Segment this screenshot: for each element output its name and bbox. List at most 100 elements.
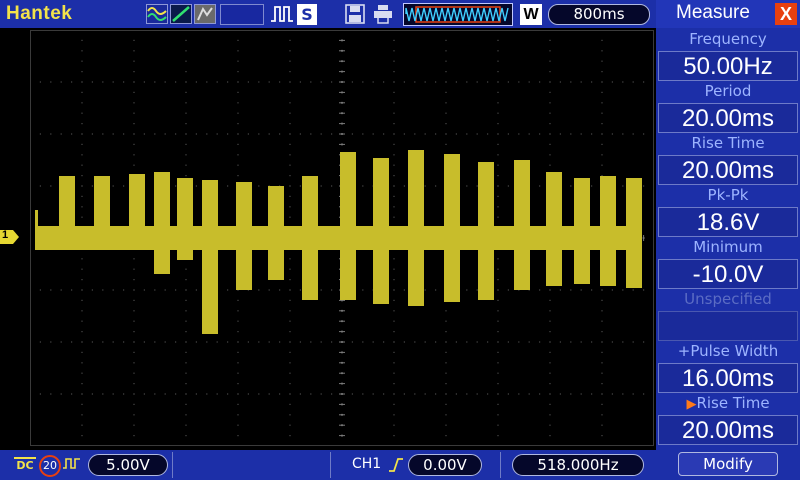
grid-dot [580, 81, 582, 83]
grid-dot [393, 414, 395, 416]
grid-dot [185, 320, 187, 322]
grid-dot [50, 289, 52, 291]
grid-dot [611, 81, 613, 83]
invert-icon[interactable] [62, 456, 82, 472]
grid-dot [195, 341, 197, 343]
grid-dot [102, 393, 104, 395]
grid-dot [611, 341, 613, 343]
trigger-level-display[interactable]: 0.00V [408, 454, 482, 476]
grid-dot [497, 60, 499, 62]
bottom-status-bar: DC 20 5.00V CH1 0.00V 518.000Hz [0, 450, 656, 480]
measure-value-rise-time-2[interactable]: 20.00ms [658, 415, 798, 445]
grid-dot [268, 133, 270, 135]
display-mode-icon[interactable] [194, 4, 216, 24]
grid-dot [299, 393, 301, 395]
trigger-source-label[interactable]: CH1 [352, 456, 381, 472]
s-icon[interactable]: S [297, 4, 317, 25]
grid-dot [81, 372, 83, 374]
grid-dot [445, 351, 447, 353]
grid-dot [476, 133, 478, 135]
grid-dot [393, 81, 395, 83]
grid-dot [289, 71, 291, 73]
grid-dot [497, 258, 499, 260]
grid-dot [237, 71, 239, 73]
measure-value-period[interactable]: 20.00ms [658, 103, 798, 133]
slope-icon[interactable] [170, 4, 192, 24]
bandwidth-limit-icon[interactable]: 20 [39, 455, 61, 477]
grid-dot [143, 341, 145, 343]
grid-dot [570, 81, 572, 83]
save-icon[interactable] [344, 4, 366, 24]
grid-dot [195, 185, 197, 187]
waveform-overview[interactable] [403, 3, 513, 26]
grid-dot [601, 331, 603, 333]
grid-dot [185, 102, 187, 104]
grid-dot [445, 123, 447, 125]
print-icon[interactable] [372, 4, 394, 24]
ch1-scale-display[interactable]: 5.00V [88, 454, 168, 476]
grid-dot [133, 50, 135, 52]
grid-dot [601, 112, 603, 114]
grid-dot [81, 60, 83, 62]
measure-value-pulse-width[interactable]: 16.00ms [658, 363, 798, 393]
trace-burst [94, 176, 110, 240]
waveform-svg [29, 29, 655, 447]
close-button[interactable]: X [775, 3, 797, 25]
grid-dot [372, 133, 374, 135]
grid-dot [133, 351, 135, 353]
trace-burst [408, 150, 424, 306]
grid-dot [175, 185, 177, 187]
grid-dot [50, 393, 52, 395]
grid-dot [289, 331, 291, 333]
grid-dot [39, 185, 41, 187]
grid-dot [393, 133, 395, 135]
grid-dot [185, 112, 187, 114]
frequency-counter-display[interactable]: 518.000Hz [512, 454, 644, 476]
measure-value-frequency[interactable]: 50.00Hz [658, 51, 798, 81]
grid-dot [643, 81, 645, 83]
measure-value-unspecified[interactable] [658, 311, 798, 341]
grid-dot [455, 133, 457, 135]
grid-dot [497, 206, 499, 208]
grid-dot [414, 133, 416, 135]
grid-dot [237, 112, 239, 114]
grid-dot [112, 289, 114, 291]
grid-dot [237, 81, 239, 83]
measure-value-minimum[interactable]: -10.0V [658, 259, 798, 289]
grid-dot [539, 393, 541, 395]
trace-burst [514, 160, 530, 290]
grid-dot [497, 164, 499, 166]
signal-wave-icon[interactable] [146, 4, 168, 24]
modify-button[interactable]: Modify [678, 452, 778, 476]
coupling-dc-icon[interactable]: DC [14, 457, 36, 473]
trigger-rising-edge-icon[interactable] [388, 456, 404, 474]
grid-dot [539, 185, 541, 187]
pulse-icon[interactable] [270, 4, 294, 24]
grid-dot [185, 154, 187, 156]
grid-dot [601, 143, 603, 145]
grid-dot [227, 185, 229, 187]
status-box [220, 4, 264, 25]
grid-dot [466, 81, 468, 83]
grid-dot [497, 299, 499, 301]
grid-dot [133, 60, 135, 62]
timebase-display[interactable]: 800ms [548, 4, 650, 25]
channel-1-marker[interactable]: 1 [0, 229, 13, 244]
grid-dot [580, 133, 582, 135]
grid-dot [383, 393, 385, 395]
grid-dot [601, 310, 603, 312]
grid-dot [123, 81, 125, 83]
grid-dot [331, 341, 333, 343]
w-icon[interactable]: W [520, 4, 542, 25]
grid-dot [487, 341, 489, 343]
grid-dot [299, 289, 301, 291]
measure-value-rise-time[interactable]: 20.00ms [658, 155, 798, 185]
grid-dot [518, 133, 520, 135]
grid-dot [185, 175, 187, 177]
grid-dot [237, 102, 239, 104]
measure-value-pk-pk[interactable]: 18.6V [658, 207, 798, 237]
grid-dot [424, 341, 426, 343]
grid-dot [497, 123, 499, 125]
grid-dot [497, 351, 499, 353]
grid-dot [299, 341, 301, 343]
